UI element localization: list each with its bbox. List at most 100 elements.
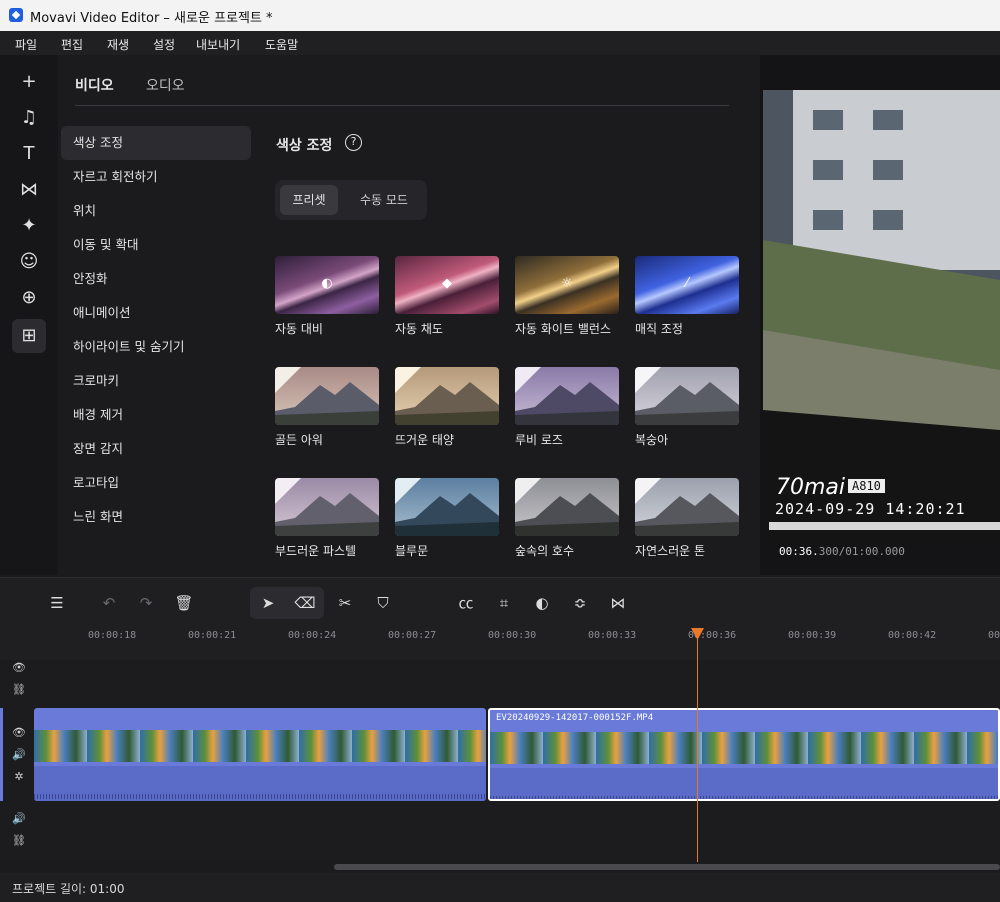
tool-crop-rotate[interactable]: 자르고 회전하기 xyxy=(61,160,251,194)
preset-thumbnail xyxy=(395,478,499,536)
watermark-model: A810 xyxy=(848,479,885,493)
preset-label: 매직 조정 xyxy=(635,322,683,336)
tool-scene-detect[interactable]: 장면 감지 xyxy=(61,432,251,466)
crop-icon[interactable]: ⌗ xyxy=(493,592,515,614)
clip-waveform xyxy=(34,766,486,801)
preset-thumbnail xyxy=(275,367,379,425)
menu-file[interactable]: 파일 xyxy=(15,36,37,53)
speaker-icon[interactable]: 🔊 xyxy=(12,812,26,826)
tool-highlight-conceal[interactable]: 하이라이트 및 숨기기 xyxy=(61,330,251,364)
menu-play[interactable]: 재생 xyxy=(107,36,129,53)
ruler-tick: 00:00:30 xyxy=(488,630,537,641)
preset-thumbnail xyxy=(395,367,499,425)
text-icon[interactable]: T xyxy=(12,137,46,171)
preset-auto-white-balance[interactable]: ☼ 자동 화이트 밸런스 xyxy=(515,256,619,337)
menu-settings[interactable]: 설정 xyxy=(153,36,175,53)
preview-panel: 70mai A810 2024-09-29 14:20:21 00:36.300… xyxy=(760,55,1000,575)
tool-position[interactable]: 위치 xyxy=(61,194,251,228)
transition-icon[interactable]: ⋈ xyxy=(12,173,46,207)
menu-edit[interactable]: 편집 xyxy=(61,36,83,53)
preset-auto-contrast[interactable]: ◐ 자동 대비 xyxy=(275,256,379,337)
video-clip[interactable] xyxy=(34,708,486,801)
undo-icon[interactable]: ↶ xyxy=(98,592,120,614)
droplet-icon: ◆ xyxy=(442,276,452,291)
marker-icon[interactable]: ⛉ xyxy=(372,592,394,614)
tool-background-removal[interactable]: 배경 제거 xyxy=(61,398,251,432)
add-track-icon[interactable]: ☰ xyxy=(46,592,68,614)
timeline-ruler[interactable]: 00:00:18 00:00:21 00:00:24 00:00:27 00:0… xyxy=(0,628,1000,660)
tool-color-adjust[interactable]: 색상 조정 xyxy=(61,126,251,160)
unlink-icon[interactable]: ⛓ xyxy=(12,834,26,848)
pointer-icon[interactable]: ➤ xyxy=(257,592,279,614)
horizontal-scrollbar[interactable] xyxy=(334,864,1000,870)
tool-rail: + ♫ T ⋈ ✦ ☺ ⊕ ⊞ xyxy=(0,55,58,575)
app-icon xyxy=(9,8,23,22)
preset-label: 부드러운 파스텔 xyxy=(275,544,357,558)
preset-label: 자동 화이트 밸런스 xyxy=(515,322,611,336)
watermark-brand: 70mai xyxy=(776,475,846,500)
playhead[interactable] xyxy=(697,636,698,862)
detach-audio-icon[interactable]: ✲ xyxy=(12,770,26,784)
preset-golden-hour[interactable]: 골든 아워 xyxy=(275,367,379,448)
status-bar: 프로젝트 길이: 01:00 xyxy=(0,873,1000,902)
video-clip-selected[interactable]: EV20240929-142017-000152F.MP4 xyxy=(488,708,1000,801)
eye-icon[interactable]: 👁 xyxy=(12,661,26,675)
preset-thumbnail xyxy=(635,478,739,536)
eye-icon[interactable]: 👁 xyxy=(12,726,26,740)
preset-label: 자동 채도 xyxy=(395,322,443,336)
title-bar: Movavi Video Editor – 새로운 프로젝트 * xyxy=(0,0,1000,31)
sticker-icon[interactable]: ☺ xyxy=(12,245,46,279)
settings-sliders-icon[interactable]: ≎ xyxy=(569,592,591,614)
link-icon[interactable]: ⛓ xyxy=(12,683,26,697)
preset-blue-moon[interactable]: 블루문 xyxy=(395,478,499,559)
tool-chroma-key[interactable]: 크로마키 xyxy=(61,364,251,398)
music-icon[interactable]: ♫ xyxy=(12,101,46,135)
captions-icon[interactable]: ㏄ xyxy=(455,592,477,614)
window-title: Movavi Video Editor – 새로운 프로젝트 * xyxy=(30,11,273,26)
delete-icon[interactable]: 🗑 xyxy=(173,592,195,614)
menu-export[interactable]: 내보내기 xyxy=(196,36,240,53)
menu-help[interactable]: 도움말 xyxy=(265,36,298,53)
preset-label: 자동 대비 xyxy=(275,322,323,336)
tool-logo[interactable]: 로고타입 xyxy=(61,466,251,500)
store-icon[interactable]: ⊕ xyxy=(12,281,46,315)
speaker-icon[interactable]: 🔊 xyxy=(12,748,26,762)
color-adjust-icon[interactable]: ◐ xyxy=(531,592,553,614)
bulb-icon: ☼ xyxy=(561,276,573,291)
manual-mode-button[interactable]: 수동 모드 xyxy=(345,185,423,215)
preset-mode-button[interactable]: 프리셋 xyxy=(280,185,338,215)
preset-peach[interactable]: 복숭아 xyxy=(635,367,739,448)
preset-forest-lake[interactable]: 숲속의 호수 xyxy=(515,478,619,559)
preset-label: 숲속의 호수 xyxy=(515,544,575,558)
preset-label: 자연스러운 톤 xyxy=(635,544,706,558)
help-icon[interactable]: ? xyxy=(345,134,362,151)
preview-scrubber[interactable] xyxy=(769,522,1000,530)
preset-natural-tone[interactable]: 자연스러운 톤 xyxy=(635,478,739,559)
contrast-icon: ◐ xyxy=(321,276,333,291)
preset-magic-enhance[interactable]: ⁄ 매직 조정 xyxy=(635,256,739,337)
preset-hot-sun[interactable]: 뜨거운 태양 xyxy=(395,367,499,448)
redo-icon[interactable]: ↷ xyxy=(135,592,157,614)
preset-auto-saturation[interactable]: ◆ 자동 채도 xyxy=(395,256,499,337)
magic-wand-icon[interactable]: ✦ xyxy=(12,209,46,243)
preset-thumbnail xyxy=(635,367,739,425)
preset-ruby-rose[interactable]: 루비 로즈 xyxy=(515,367,619,448)
transition-icon[interactable]: ⋈ xyxy=(607,592,629,614)
eraser-icon[interactable]: ⌫ xyxy=(294,592,316,614)
video-preview[interactable]: 70mai A810 2024-09-29 14:20:21 xyxy=(763,90,1000,542)
tab-audio[interactable]: 오디오 xyxy=(146,75,185,95)
preset-thumbnail: ◐ xyxy=(275,256,379,314)
tool-slow-motion[interactable]: 느린 화면 xyxy=(61,500,251,534)
more-tools-icon[interactable]: ⊞ xyxy=(12,319,46,353)
tab-video[interactable]: 비디오 xyxy=(75,75,114,95)
scissors-icon[interactable]: ✂ xyxy=(334,592,356,614)
preset-soft-pastel[interactable]: 부드러운 파스텔 xyxy=(275,478,379,559)
tool-pan-zoom[interactable]: 이동 및 확대 xyxy=(61,228,251,262)
tool-stabilize[interactable]: 안정화 xyxy=(61,262,251,296)
tool-animation[interactable]: 애니메이션 xyxy=(61,296,251,330)
plus-icon[interactable]: + xyxy=(12,65,46,99)
preset-thumbnail: ⁄ xyxy=(635,256,739,314)
preset-thumbnail: ◆ xyxy=(395,256,499,314)
preset-label: 복숭아 xyxy=(635,433,669,447)
ruler-tick: 00:00:4 xyxy=(988,630,1000,641)
